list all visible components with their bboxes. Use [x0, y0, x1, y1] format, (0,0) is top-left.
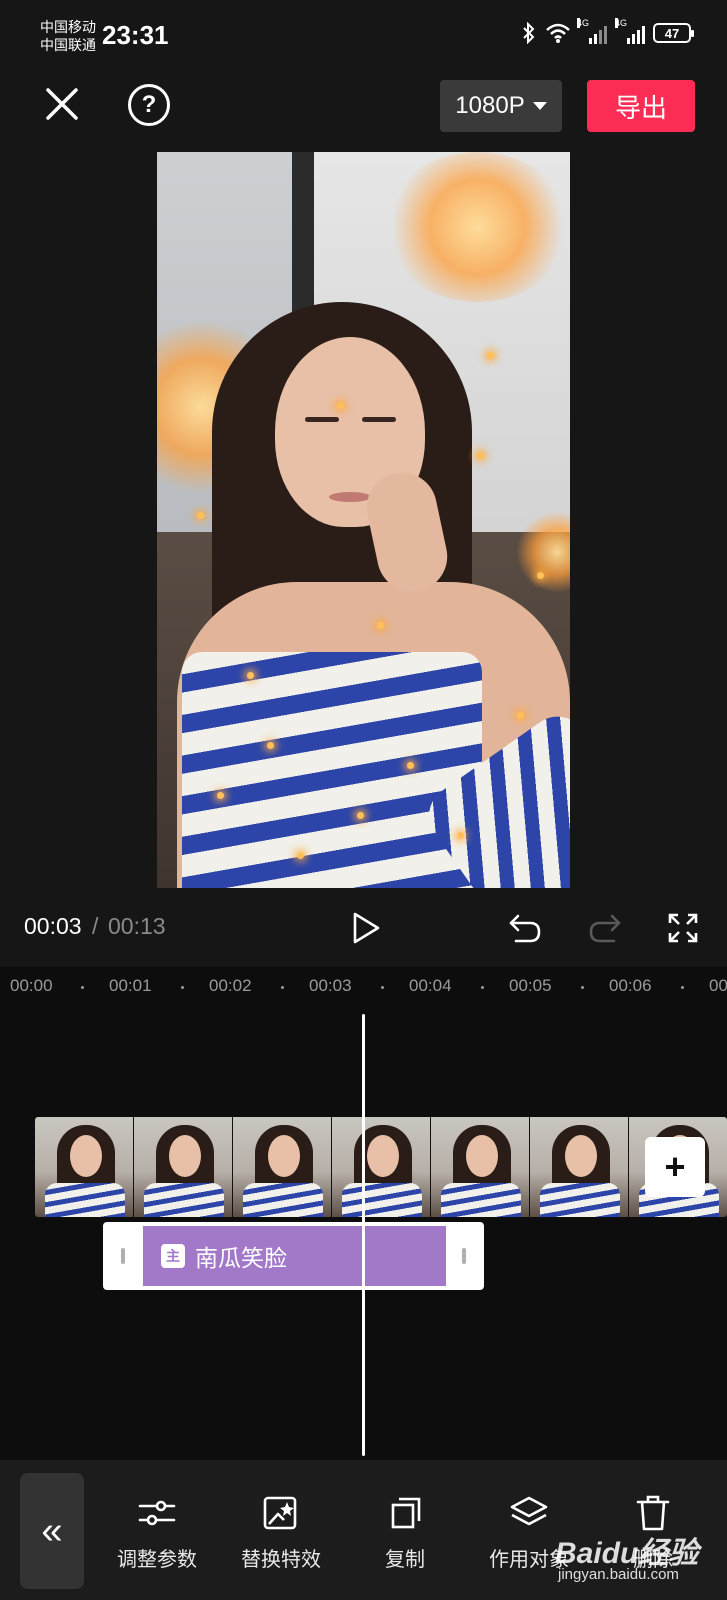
caret-down-icon [532, 102, 547, 110]
spark [487, 352, 494, 359]
baidu-watermark-url: jingyan.baidu.com [558, 1566, 679, 1583]
ruler-tick-label: 00:05 [509, 976, 552, 995]
tool-label: 替换特效 [241, 1549, 321, 1571]
main-track-badge: 主 [161, 1244, 185, 1268]
layers-icon [510, 1496, 548, 1526]
spark [517, 712, 524, 719]
time-separator: / [92, 913, 99, 939]
current-time: 00:03 [24, 913, 82, 939]
effect-clip-body[interactable]: 主 南瓜笑脸 [143, 1226, 446, 1286]
playhead[interactable] [362, 1014, 365, 1456]
spark [477, 452, 484, 459]
ruler-tick-label: 00:00 [10, 976, 53, 995]
clip-thumbnail [431, 1117, 530, 1217]
clip-thumbnail [35, 1117, 134, 1217]
carrier-2: 中国联通 [40, 37, 96, 53]
pumpkin-glow [385, 152, 570, 302]
subject-lips [329, 492, 371, 502]
tool-label: 调整参数 [117, 1549, 197, 1571]
effect-trim-handle-left[interactable] [121, 1248, 125, 1264]
battery-level: 47 [664, 25, 680, 41]
spark [357, 812, 364, 819]
effect-trim-handle-right[interactable] [462, 1248, 466, 1264]
ruler-dot [681, 986, 684, 989]
ruler-dot [281, 986, 284, 989]
spark [267, 742, 274, 749]
total-time: 00:13 [108, 913, 166, 939]
spark [377, 622, 384, 629]
status-bar: 中国移动 中国联通 23:31 4G 4G 47 [0, 0, 727, 70]
subject-striped-top [182, 652, 482, 888]
bluetooth-icon [523, 22, 535, 44]
effect-clip[interactable]: 主 南瓜笑脸 [103, 1222, 484, 1290]
ruler-tick-label: 00:04 [409, 976, 452, 995]
double-chevron-left-icon: « [41, 1509, 63, 1552]
delete-icon [636, 1495, 670, 1531]
signal-icon-2: 4G [615, 18, 645, 44]
spark [197, 512, 204, 519]
ruler-dot [181, 986, 184, 989]
ruler-tick-label: 00 [709, 976, 727, 995]
sliders-icon [138, 1500, 176, 1526]
spark [247, 672, 254, 679]
replace-effect-icon [263, 1496, 297, 1530]
subject-eye [305, 417, 339, 422]
ruler-dot [481, 986, 484, 989]
clip-thumbnail [134, 1117, 233, 1217]
spark [217, 792, 224, 799]
play-icon[interactable] [350, 911, 382, 945]
tool-replace-effect[interactable]: 替换特效 [221, 1493, 341, 1583]
clip-thumbnail [332, 1117, 431, 1217]
spark [297, 852, 304, 859]
video-clip-track[interactable] [35, 1117, 727, 1217]
tool-label: 复制 [385, 1549, 425, 1571]
signal-tag-1: 4G [577, 18, 590, 28]
ruler-dot [381, 986, 384, 989]
redo-icon[interactable] [588, 912, 622, 944]
status-time: 23:31 [102, 20, 169, 50]
subject-eye [362, 417, 396, 422]
ruler-dot [81, 986, 84, 989]
ruler-dot [581, 986, 584, 989]
back-button[interactable]: « [20, 1473, 84, 1589]
wifi-icon [546, 23, 570, 43]
clip-thumbnail [233, 1117, 332, 1217]
clip-thumbnail [530, 1117, 629, 1217]
undo-icon[interactable] [508, 912, 542, 944]
resolution-label: 1080P [455, 92, 525, 119]
ruler-tick-label: 00:01 [109, 976, 152, 995]
time-ruler: 00:00 00:01 00:02 00:03 00:04 00:05 00:0… [0, 970, 727, 1004]
signal-icon-1: 4G [577, 18, 607, 44]
signal-tag-2: 4G [615, 18, 628, 28]
copy-icon [391, 1497, 421, 1529]
ruler-tick-label: 00:03 [309, 976, 352, 995]
resolution-dropdown[interactable]: 1080P [440, 80, 562, 132]
add-clip-button[interactable]: + [645, 1137, 705, 1197]
tool-copy[interactable]: 复制 [345, 1493, 465, 1583]
battery-icon: 47 [653, 23, 694, 43]
video-preview[interactable] [157, 152, 570, 888]
help-icon: ? [141, 91, 157, 118]
carrier-1: 中国移动 [40, 19, 96, 35]
ruler-tick-label: 00:02 [209, 976, 252, 995]
help-button[interactable]: ? [128, 84, 170, 126]
spark [457, 832, 464, 839]
fullscreen-icon[interactable] [667, 912, 699, 944]
close-icon[interactable] [40, 82, 84, 126]
spark [337, 402, 344, 409]
carrier-labels: 中国移动 中国联通 [40, 18, 96, 54]
effect-name: 南瓜笑脸 [195, 1245, 287, 1271]
ruler-tick-label: 00:06 [609, 976, 652, 995]
spark [537, 572, 544, 579]
system-icons: 4G 4G 47 [521, 18, 694, 44]
export-button[interactable]: 导出 [587, 80, 695, 132]
spark [407, 762, 414, 769]
tool-adjust-params[interactable]: 调整参数 [97, 1493, 217, 1583]
